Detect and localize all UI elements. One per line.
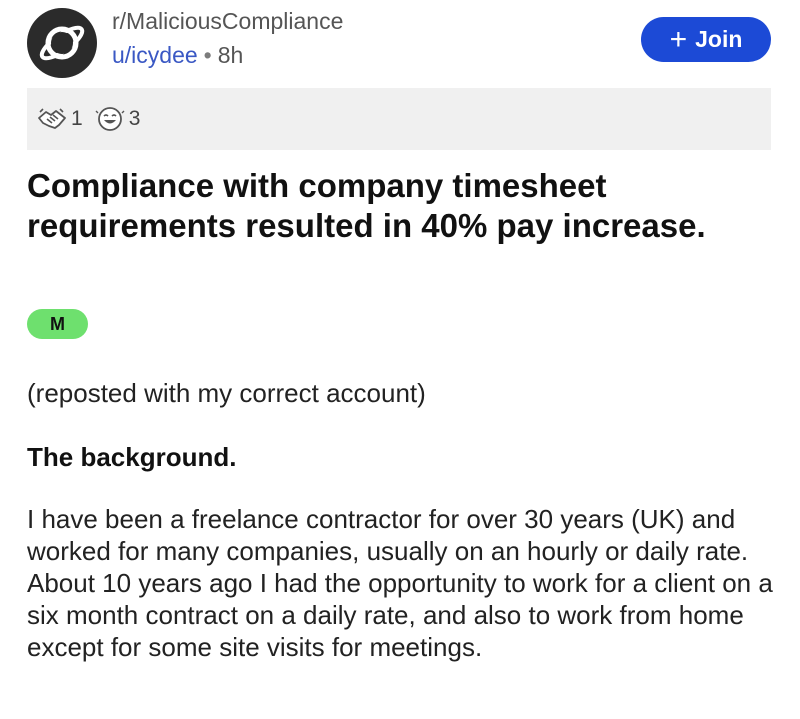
meta-separator: • <box>203 42 212 68</box>
post-title[interactable]: Compliance with company timesheet requir… <box>27 166 767 246</box>
plus-icon: + <box>669 22 688 56</box>
award-count: 1 <box>71 107 83 130</box>
join-button[interactable]: + Join <box>641 17 771 62</box>
post-age: 8h <box>217 42 244 68</box>
planet-icon <box>39 25 85 61</box>
post-body: I have been a freelance contractor for o… <box>27 504 773 662</box>
subreddit-name[interactable]: r/MaliciousCompliance <box>112 8 343 35</box>
awards-bar[interactable]: 1 3 <box>27 88 771 150</box>
join-label: Join <box>695 26 743 52</box>
section-heading: The background. <box>27 442 237 472</box>
award-handshake[interactable]: 1 <box>37 106 83 132</box>
subreddit-avatar[interactable] <box>27 8 97 78</box>
handshake-award-icon <box>38 108 66 129</box>
repost-note: (reposted with my correct account) <box>27 378 426 408</box>
post-meta: u/icydee • 8h <box>112 42 243 69</box>
author-username[interactable]: u/icydee <box>112 42 198 68</box>
post-header: r/MaliciousCompliance u/icydee • 8h + Join <box>0 0 800 88</box>
award-count: 3 <box>128 107 141 130</box>
laughing-face-award-icon <box>95 107 125 131</box>
award-laughing[interactable]: 3 <box>95 105 141 133</box>
post-flair[interactable]: M <box>27 309 88 339</box>
